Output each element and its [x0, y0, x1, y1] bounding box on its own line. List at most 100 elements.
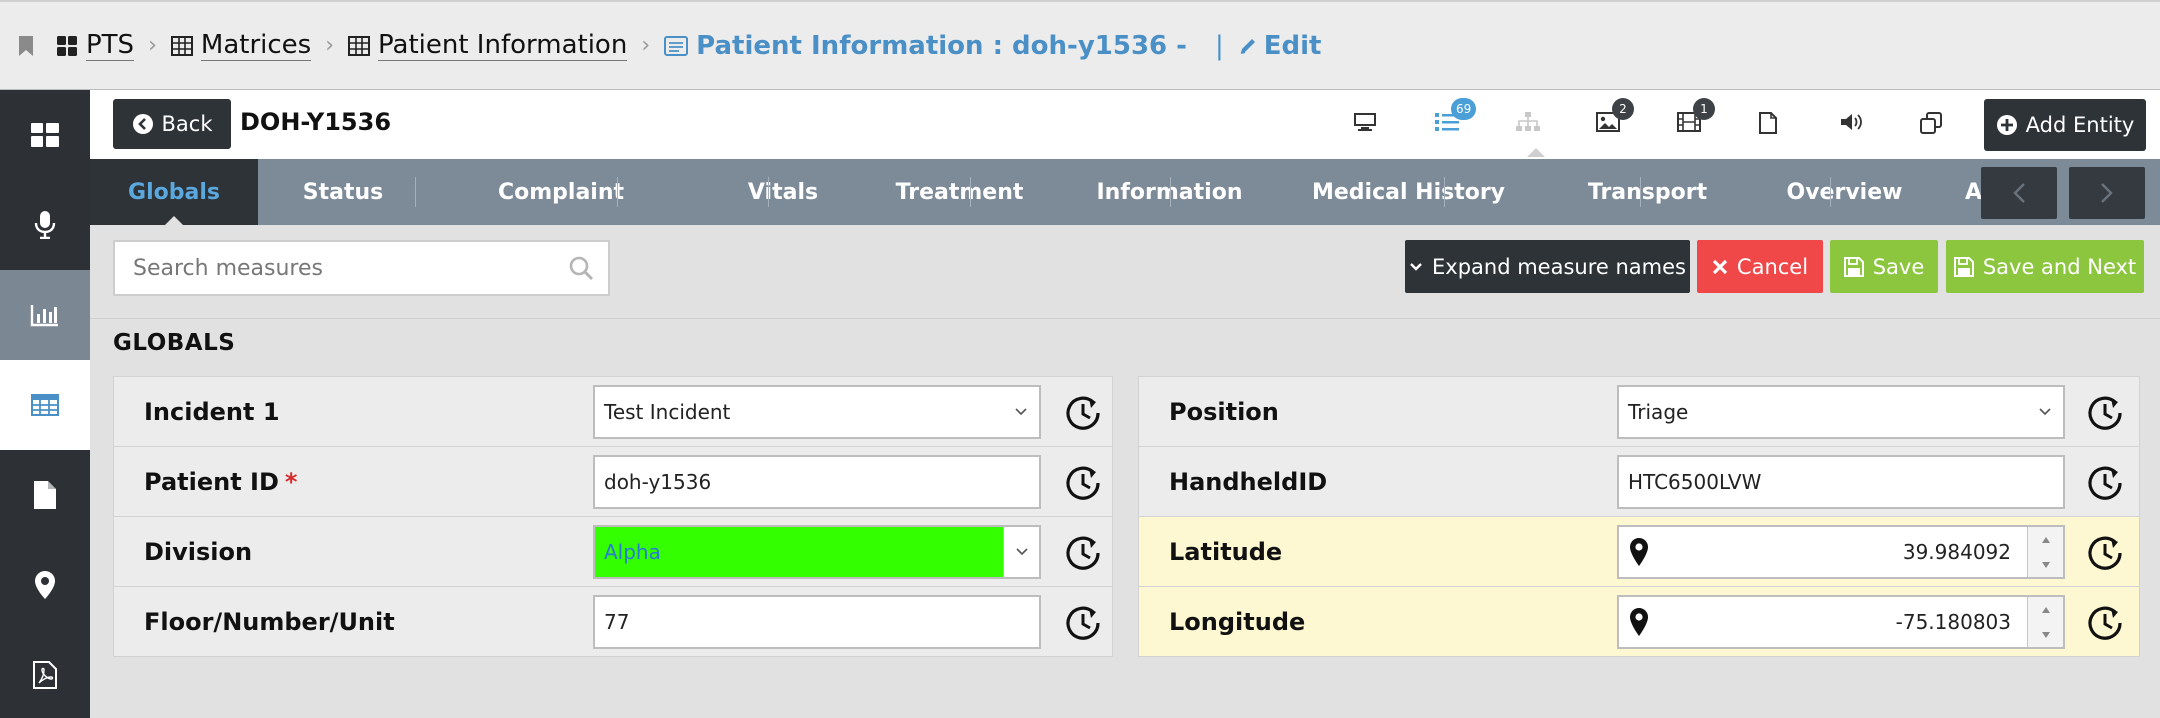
chevron-right-icon: [2100, 182, 2114, 204]
history-icon[interactable]: [2084, 602, 2126, 644]
tab-status[interactable]: Status: [258, 159, 428, 225]
file-icon[interactable]: [1759, 112, 1777, 134]
field-row-latitude: Latitude 39.984092: [1138, 516, 2140, 587]
incident-select[interactable]: Test Incident: [593, 385, 1041, 439]
copy-icon[interactable]: [1920, 112, 1942, 134]
expand-label: Expand measure names: [1432, 254, 1686, 279]
field-label: Longitude: [1169, 607, 1306, 636]
history-icon[interactable]: [1062, 602, 1104, 644]
add-entity-button[interactable]: Add Entity: [1984, 99, 2146, 151]
map-marker-icon: [1619, 607, 1659, 637]
history-icon[interactable]: [1062, 392, 1104, 434]
desktop-icon[interactable]: [1353, 112, 1377, 132]
sidebar-item-dashboard[interactable]: [0, 90, 90, 180]
sidebar-item-microphone[interactable]: [0, 180, 90, 270]
history-icon[interactable]: [2084, 462, 2126, 504]
longitude-input[interactable]: -75.180803: [1617, 595, 2065, 649]
active-view-caret: [1527, 148, 1545, 157]
tabs-next-button[interactable]: [2069, 167, 2145, 219]
field-row-position: Position Triage: [1138, 376, 2140, 447]
input-value: -75.180803: [1895, 610, 2011, 634]
history-icon[interactable]: [2084, 532, 2126, 574]
breadcrumb-pts[interactable]: PTS: [56, 30, 135, 61]
save-label: Save: [1872, 254, 1925, 279]
sidebar-item-locations[interactable]: [0, 540, 90, 630]
search-measures: [113, 240, 610, 296]
breadcrumb-label: Matrices: [200, 30, 312, 61]
entity-header: Back DOH-Y1536 69 2 1 Add Entity: [90, 90, 2160, 159]
breadcrumb-patient-information[interactable]: Patient Information: [348, 30, 628, 61]
sidebar-item-documents[interactable]: [0, 450, 90, 540]
chevron-left-icon: [2012, 182, 2026, 204]
select-value: Triage: [1628, 400, 1689, 424]
field-row-patient-id: Patient ID * doh-y1536: [113, 446, 1113, 517]
sidebar-item-matrices[interactable]: [0, 360, 90, 450]
field-label: Patient ID *: [144, 468, 297, 496]
document-icon: [34, 481, 56, 509]
floppy-disk-icon: [1953, 256, 1974, 277]
add-entity-label: Add Entity: [2025, 113, 2135, 137]
search-icon[interactable]: [568, 255, 594, 281]
expand-measure-names-button[interactable]: Expand measure names: [1405, 240, 1690, 293]
globals-left-panel: Incident 1 Test Incident Patient ID * doh…: [113, 376, 1113, 657]
position-select[interactable]: Triage: [1617, 385, 2065, 439]
tabs-prev-button[interactable]: [1981, 167, 2057, 219]
select-value: Test Incident: [604, 400, 731, 424]
cancel-button[interactable]: Cancel: [1697, 240, 1823, 293]
speaker-icon[interactable]: [1840, 112, 1864, 132]
chevron-right-icon: ›: [148, 33, 157, 58]
close-icon: [1712, 259, 1728, 275]
field-row-division: Division Alpha: [113, 516, 1113, 587]
number-spinner[interactable]: [2027, 527, 2063, 577]
chevron-down-icon: [1409, 262, 1423, 272]
film-count-badge: 1: [1693, 98, 1715, 120]
input-value: 39.984092: [1902, 540, 2011, 564]
back-button[interactable]: Back: [113, 99, 231, 149]
pencil-icon: [1238, 36, 1258, 56]
hierarchy-icon[interactable]: [1516, 112, 1540, 132]
search-input[interactable]: [133, 255, 568, 281]
plus-circle-icon: [1996, 114, 2018, 136]
breadcrumb-matrices[interactable]: Matrices: [170, 30, 312, 61]
save-button[interactable]: Save: [1830, 240, 1938, 293]
floppy-disk-icon: [1843, 256, 1864, 277]
field-label: Position: [1169, 397, 1279, 426]
table-icon: [31, 394, 59, 416]
field-row-longitude: Longitude -75.180803: [1138, 586, 2140, 657]
bookmark-icon[interactable]: [18, 35, 34, 57]
chevron-right-icon: ›: [641, 33, 651, 58]
image-count-badge: 2: [1612, 98, 1634, 120]
save-and-next-button[interactable]: Save and Next: [1946, 240, 2144, 293]
sidebar-item-charts[interactable]: [0, 270, 90, 360]
history-icon[interactable]: [2084, 392, 2126, 434]
chevron-down-icon: [2027, 408, 2063, 416]
tab-globals[interactable]: Globals: [90, 159, 258, 225]
chevron-down-icon: [1003, 527, 1039, 577]
division-select[interactable]: Alpha: [593, 525, 1041, 579]
patient-id-input[interactable]: doh-y1536: [593, 455, 1041, 509]
input-value: 77: [604, 610, 630, 634]
handheld-id-input[interactable]: HTC6500LVW: [1617, 455, 2065, 509]
latitude-input[interactable]: 39.984092: [1617, 525, 2065, 579]
list-icon[interactable]: 69: [1435, 98, 1477, 132]
section-title: GLOBALS: [113, 330, 236, 356]
history-icon[interactable]: [1062, 462, 1104, 504]
bar-chart-icon: [30, 303, 60, 327]
floor-number-unit-input[interactable]: 77: [593, 595, 1041, 649]
grid-icon: [56, 35, 78, 57]
map-pin-icon: [35, 571, 55, 599]
image-icon[interactable]: 2: [1596, 98, 1634, 132]
globals-right-panel: Position Triage HandheldID HTC6500LVW La…: [1138, 376, 2140, 657]
field-label: Division: [144, 537, 253, 566]
form-icon: [664, 35, 689, 56]
sidebar-item-pdf[interactable]: [0, 630, 90, 718]
chevron-left-circle-icon: [132, 113, 154, 135]
number-spinner[interactable]: [2027, 597, 2063, 647]
history-icon[interactable]: [1062, 532, 1104, 574]
edit-link[interactable]: | Edit: [1215, 31, 1321, 61]
measure-tabs: Globals Status Complaint Vitals Treatmen…: [90, 159, 2160, 225]
table-icon: [170, 35, 193, 56]
breadcrumb-bar: PTS › Matrices › Patient Information › P…: [0, 0, 2160, 90]
microphone-icon: [34, 211, 56, 239]
film-icon[interactable]: 1: [1677, 98, 1715, 132]
